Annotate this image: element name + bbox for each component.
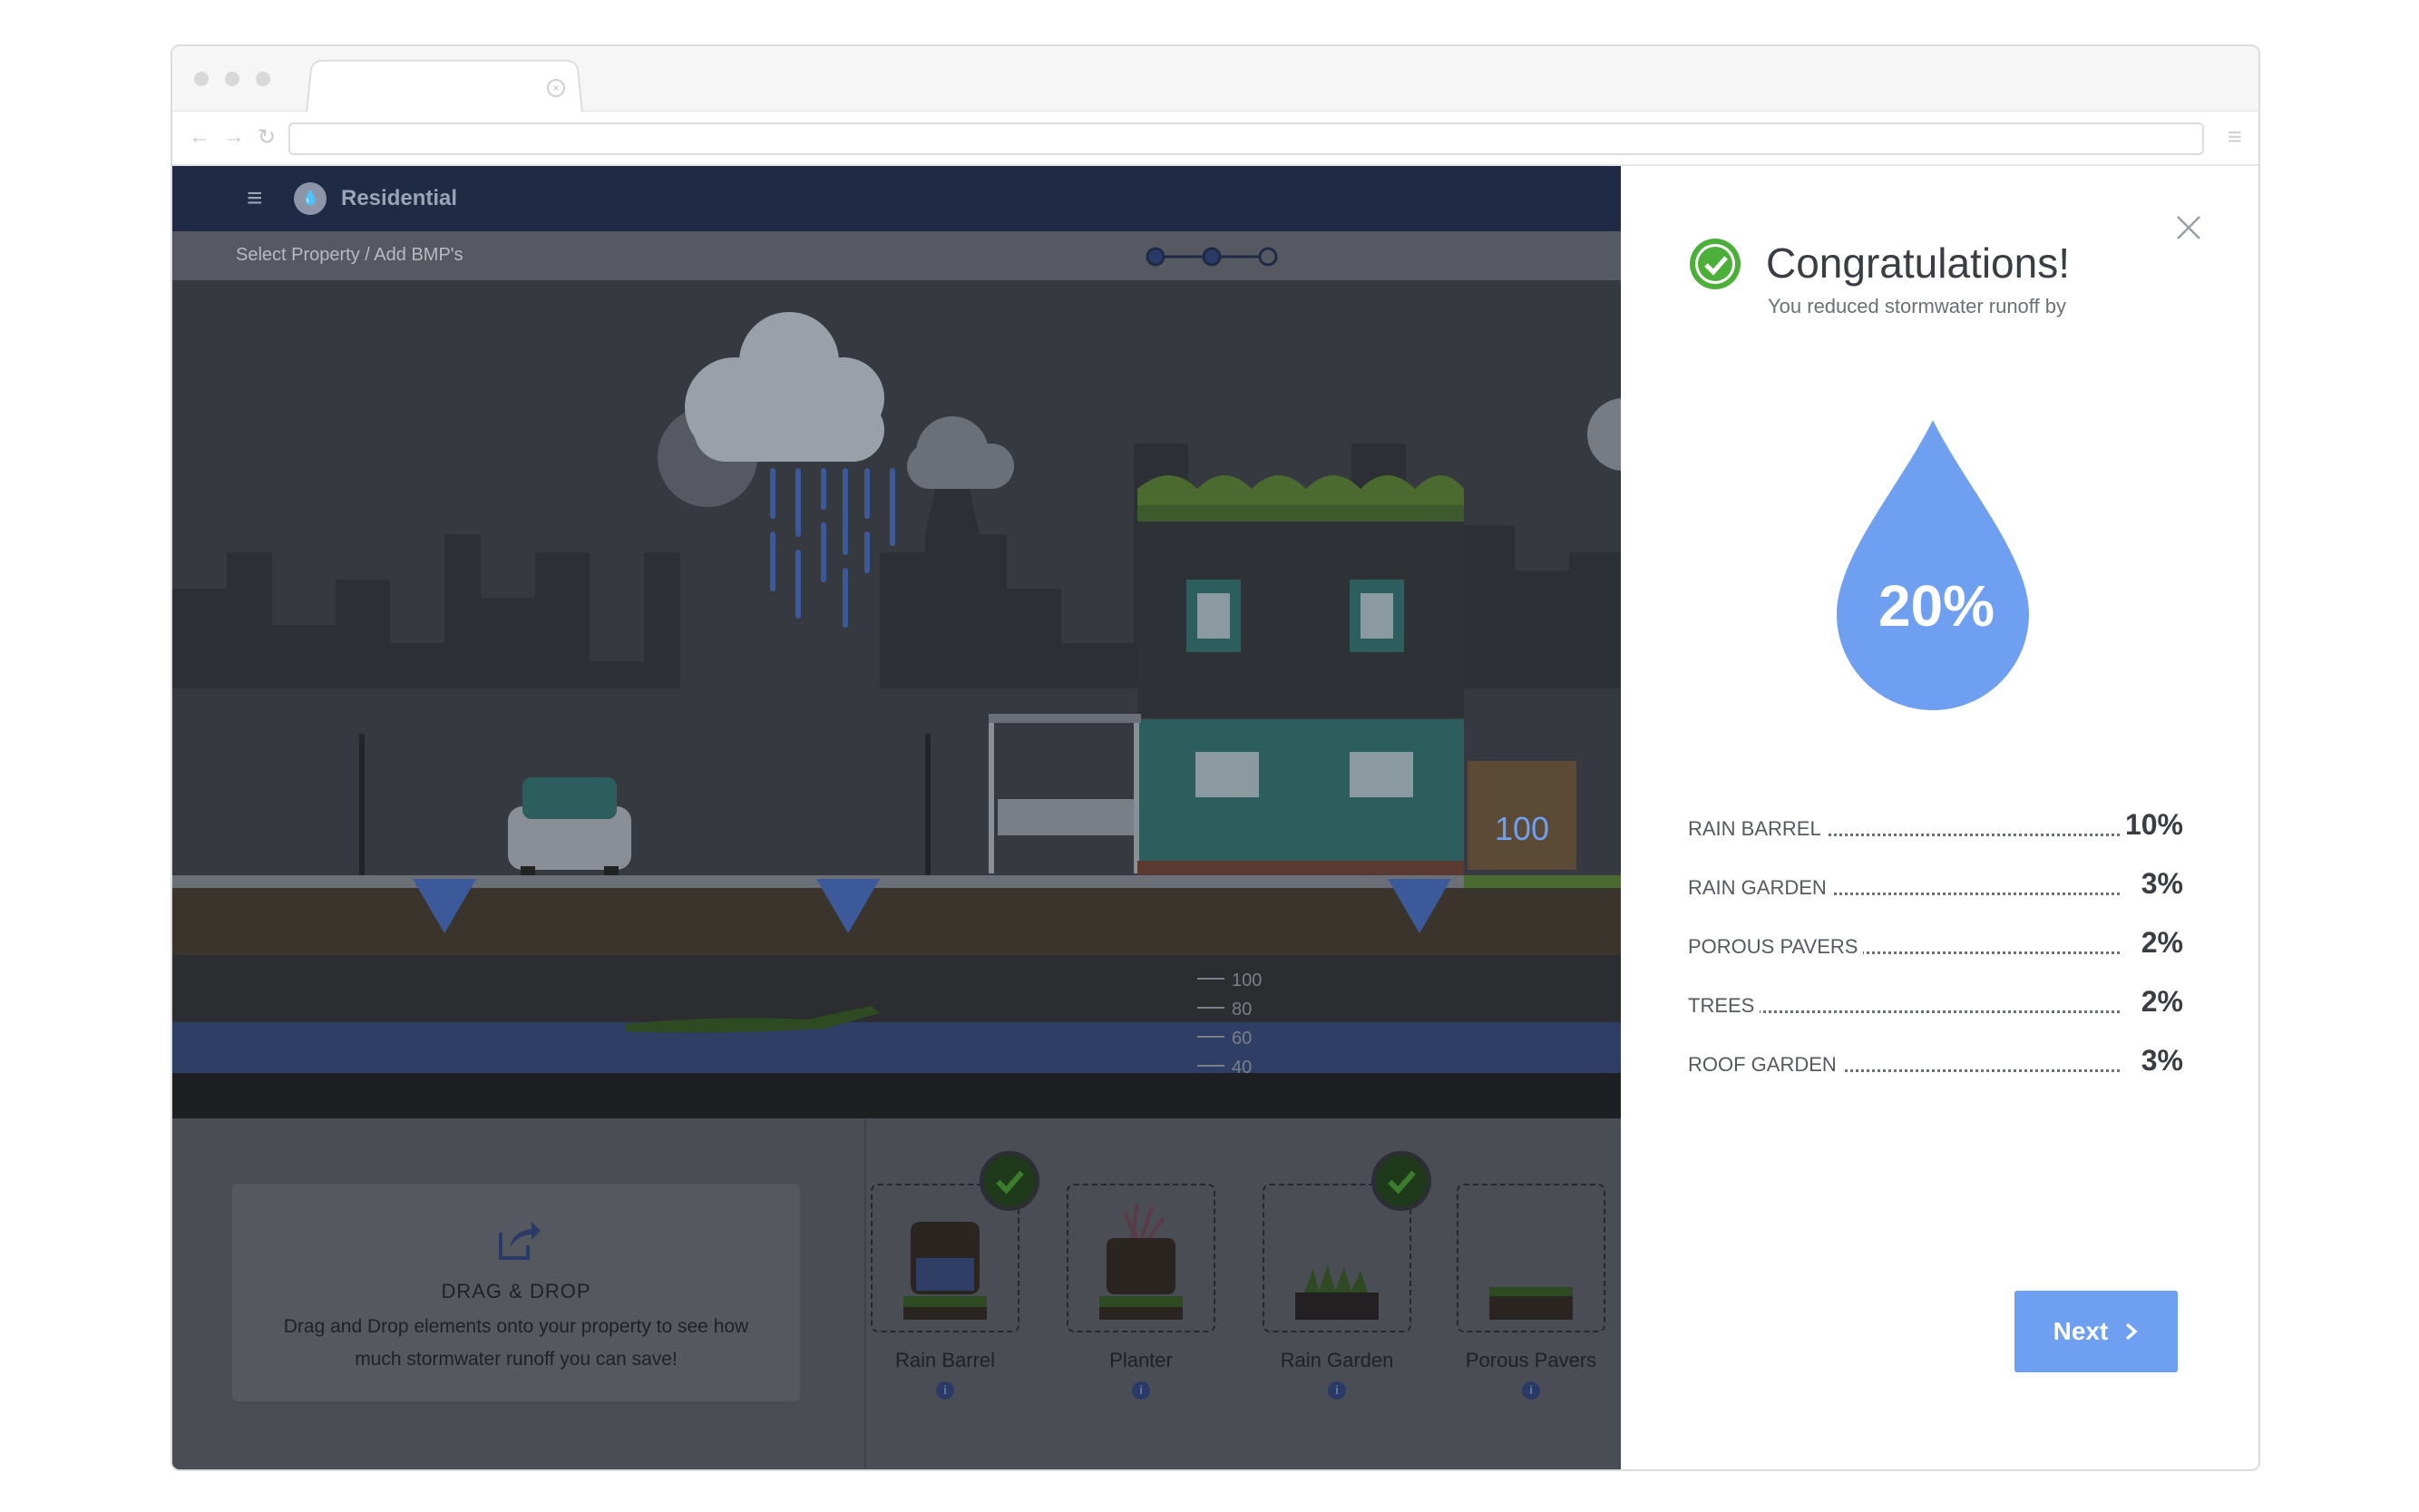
chevron-right-icon <box>2126 1322 2138 1341</box>
next-button-label: Next <box>2053 1317 2109 1345</box>
rain-garden-check-icon <box>1371 1151 1431 1211</box>
bmp-item-porous-pavers[interactable]: Porous Pavers i <box>1457 1184 1605 1401</box>
step-progress-indicator <box>1146 247 1278 267</box>
step-3-dot[interactable] <box>1258 247 1278 267</box>
browser-tab-strip: × <box>172 46 2258 114</box>
browser-toolbar: ← → ↻ ≡ <box>172 112 2258 166</box>
browser-tab[interactable] <box>305 59 584 114</box>
hamburger-menu-icon[interactable]: ≡ <box>247 185 276 212</box>
info-icon[interactable]: i <box>936 1381 954 1400</box>
address-bar[interactable] <box>288 122 2204 155</box>
congrats-subtitle: You reduced stormwater runoff by <box>1768 295 2066 317</box>
planter-icon <box>1099 1203 1183 1320</box>
breakdown-label: RAIN BARREL <box>1688 817 1827 841</box>
bmp-item-rain-garden[interactable]: Rain Garden i <box>1263 1151 1431 1401</box>
drag-drop-title: DRAG & DROP <box>441 1280 591 1302</box>
breakdown-row: ROOF GARDEN 3% <box>1688 1037 2183 1096</box>
property-scene: 100 100 80 60 40 <box>172 280 1621 1118</box>
bmp-label: Rain Garden <box>1280 1349 1394 1371</box>
drag-drop-description: Drag and Drop elements onto your propert… <box>283 1316 749 1370</box>
next-button[interactable]: Next <box>2014 1291 2178 1372</box>
app-area: ≡ 💧 Residential Select Property / Add BM… <box>172 166 1621 1469</box>
gauge-tick-80: 80 <box>1232 1000 1252 1019</box>
window-maximize-dot[interactable] <box>256 72 270 86</box>
breakdown-value: 10% <box>2119 808 2183 842</box>
breakdown-row: TREES 2% <box>1688 978 2183 1037</box>
share-arrow-icon <box>499 1222 541 1260</box>
bmp-label: Porous Pavers <box>1465 1349 1597 1371</box>
reload-icon[interactable]: ↻ <box>258 124 276 151</box>
rain-barrel-check-icon <box>980 1151 1039 1211</box>
breakdown-label: POROUS PAVERS <box>1688 935 1864 959</box>
breakdown-value: 3% <box>2135 867 2183 901</box>
gauge-tick-100: 100 <box>1232 971 1262 990</box>
water-drop-logo-icon: 💧 <box>294 182 327 215</box>
bmp-item-planter[interactable]: Planter i <box>1067 1184 1215 1401</box>
breakdown-value: 2% <box>2135 985 2183 1019</box>
window-controls <box>194 72 270 86</box>
breakdown-label: ROOF GARDEN <box>1688 1053 1842 1077</box>
close-icon[interactable] <box>2172 211 2205 244</box>
forward-icon[interactable]: → <box>223 124 245 151</box>
browser-menu-icon[interactable]: ≡ <box>2228 122 2242 151</box>
toolbox-divider <box>864 1118 866 1469</box>
total-reduction-value: 20% <box>1878 573 1995 639</box>
success-check-icon <box>1690 239 1741 289</box>
results-panel: Congratulations! You reduced stormwater … <box>1621 166 2258 1469</box>
breakdown-row: RAIN GARDEN 3% <box>1688 860 2183 919</box>
sub-navigation-bar: Select Property / Add BMP's <box>172 231 1621 280</box>
bmp-label: Planter <box>1109 1349 1173 1371</box>
bmp-label: Rain Barrel <box>894 1349 996 1371</box>
breakdown-row: POROUS PAVERS 2% <box>1688 919 2183 978</box>
info-icon[interactable]: i <box>1328 1381 1346 1400</box>
bmp-toolbox: DRAG & DROP Drag and Drop elements onto … <box>172 1118 1621 1469</box>
bmp-dropzone[interactable] <box>1067 1184 1215 1332</box>
step-2-dot[interactable] <box>1202 247 1222 267</box>
info-icon[interactable]: i <box>1522 1381 1540 1400</box>
breakdown-label: TREES <box>1688 994 1761 1018</box>
bmp-dropzone[interactable] <box>1457 1184 1605 1332</box>
car <box>508 777 631 883</box>
breadcrumb: Select Property / Add BMP's <box>236 245 463 265</box>
step-1-dot[interactable] <box>1146 247 1166 267</box>
app-header: ≡ 💧 Residential <box>172 166 1621 231</box>
window-close-dot[interactable] <box>194 72 209 86</box>
window-minimize-dot[interactable] <box>225 72 239 86</box>
porous-pavers-icon <box>1489 1287 1573 1320</box>
bmp-item-rain-barrel[interactable]: Rain Barrel i <box>871 1151 1039 1401</box>
drag-drop-hint-card: DRAG & DROP Drag and Drop elements onto … <box>232 1184 800 1401</box>
nav-controls: ← → ↻ <box>189 124 276 151</box>
breakdown-label: RAIN GARDEN <box>1688 876 1832 900</box>
browser-window: × ← → ↻ ≡ ≡ 💧 Residential Select Propert… <box>171 44 2260 1471</box>
info-icon[interactable]: i <box>1132 1381 1150 1400</box>
back-icon[interactable]: ← <box>189 124 210 151</box>
app-title: Residential <box>341 186 458 210</box>
barrel-level-label: 100 <box>1495 810 1549 847</box>
congrats-title: Congratulations! <box>1766 239 2070 287</box>
tab-close-icon[interactable]: × <box>547 79 565 97</box>
gauge-tick-60: 60 <box>1232 1029 1252 1049</box>
water-drop-icon <box>1837 420 2029 710</box>
breakdown-value: 3% <box>2135 1044 2183 1078</box>
breakdown-value: 2% <box>2135 926 2183 960</box>
reduction-breakdown-list: RAIN BARREL 10% RAIN GARDEN 3% POROUS PA… <box>1688 801 2183 1096</box>
breakdown-row: RAIN BARREL 10% <box>1688 801 2183 860</box>
